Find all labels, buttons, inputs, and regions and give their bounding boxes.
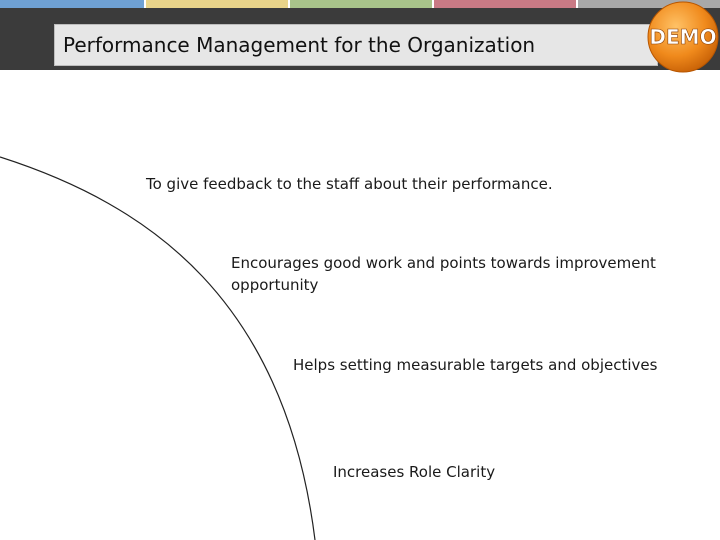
slide: Performance Management for the Organizat… bbox=[0, 0, 720, 540]
point-role-clarity: Increases Role Clarity bbox=[333, 463, 496, 481]
point-encourages: Encourages good work and points towards … bbox=[231, 254, 656, 294]
point-targets: Helps setting measurable targets and obj… bbox=[293, 356, 658, 374]
point-feedback: To give feedback to the staff about thei… bbox=[146, 175, 553, 193]
